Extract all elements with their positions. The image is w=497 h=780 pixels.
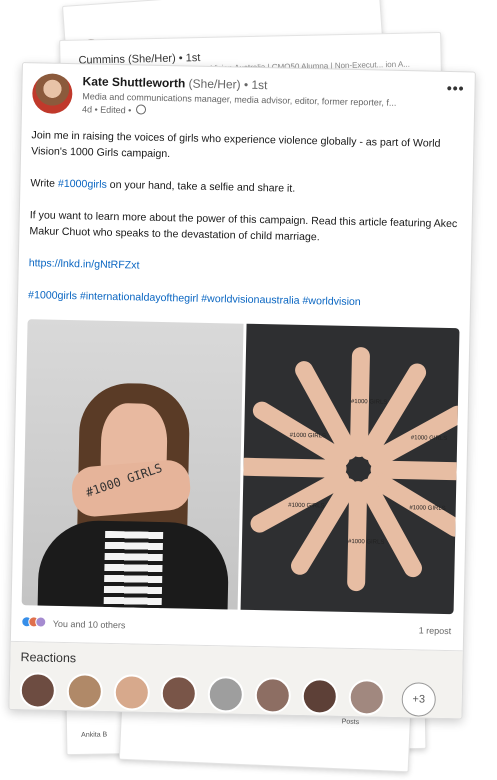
globe-icon <box>135 104 146 115</box>
reactor-name: Posts <box>341 718 360 727</box>
hand-writing: #1000 GIRLS <box>347 538 385 546</box>
support-icon <box>35 616 47 628</box>
reactor-avatar[interactable] <box>160 675 198 712</box>
reactor-list <box>11 642 463 716</box>
reactor-avatar[interactable] <box>254 677 292 714</box>
reactor-name: Ankita B <box>81 731 108 739</box>
reactor-avatar[interactable] <box>301 678 339 715</box>
post-body: Join me in raising the voices of girls w… <box>28 127 462 328</box>
reaction-count[interactable]: You and 10 others <box>53 618 126 630</box>
post-header: Kate Shuttleworth (She/Her) • 1st Media … <box>31 71 465 130</box>
reactor-avatar[interactable] <box>66 673 104 710</box>
reactor-avatar[interactable] <box>19 672 57 709</box>
article-link[interactable]: https://lnkd.in/gNtRFZxt <box>29 257 140 271</box>
avatar[interactable] <box>31 73 73 115</box>
post-paragraph: Join me in raising the voices of girls w… <box>31 129 441 161</box>
social-counts: You and 10 others 1 repost <box>21 616 451 641</box>
hand-writing: #1000 GIRLS <box>289 432 327 440</box>
hand-writing: #1000 GIRLS <box>410 435 448 442</box>
text-fragment: on your hand, take a selfie and share it… <box>106 178 296 195</box>
repost-count[interactable]: 1 repost <box>419 625 452 636</box>
post-timestamp: 4d • Edited • <box>82 103 146 115</box>
selfie-photo[interactable]: #1000 GIRLS <box>21 319 244 610</box>
author-name[interactable]: Kate Shuttleworth <box>82 74 185 90</box>
more-options-icon[interactable]: ••• <box>447 80 465 96</box>
striped-shirt <box>103 530 164 610</box>
hand-writing: #1000 GIRLS <box>409 505 446 512</box>
more-reactors-button[interactable]: +3 <box>401 682 437 717</box>
reactor-avatar[interactable] <box>207 676 245 713</box>
group-hands-photo[interactable]: #1000 GIRLS #1000 GIRLS #1000 GIRLS #1000 G… <box>240 323 460 615</box>
author-meta: (She/Her) • 1st <box>188 76 268 93</box>
reactor-avatar[interactable] <box>348 678 386 716</box>
post-paragraph: Write #1000girls on your hand, take a se… <box>30 175 460 200</box>
hand-writing: #1000 GIRLS <box>350 398 388 406</box>
reaction-icons[interactable] <box>21 616 47 629</box>
hashtag-link[interactable]: #1000girls <box>58 178 107 191</box>
reactions-panel: Reactions +3 <box>9 641 463 719</box>
timestamp-text: 4d • Edited • <box>81 104 132 116</box>
hand-writing: #1000 GIRLS <box>288 502 325 510</box>
text-fragment: Write <box>30 177 59 190</box>
reactor-avatar[interactable] <box>113 674 151 711</box>
post-paragraph: If you want to learn more about the powe… <box>29 209 458 244</box>
hashtag-links[interactable]: #1000girls #internationaldayofthegirl #w… <box>28 289 361 308</box>
reactions-title: Reactions <box>20 650 77 666</box>
post-card: Kate Shuttleworth (She/Her) • 1st Media … <box>8 62 476 720</box>
author-line[interactable]: Kate Shuttleworth (She/Her) • 1st <box>82 74 267 92</box>
